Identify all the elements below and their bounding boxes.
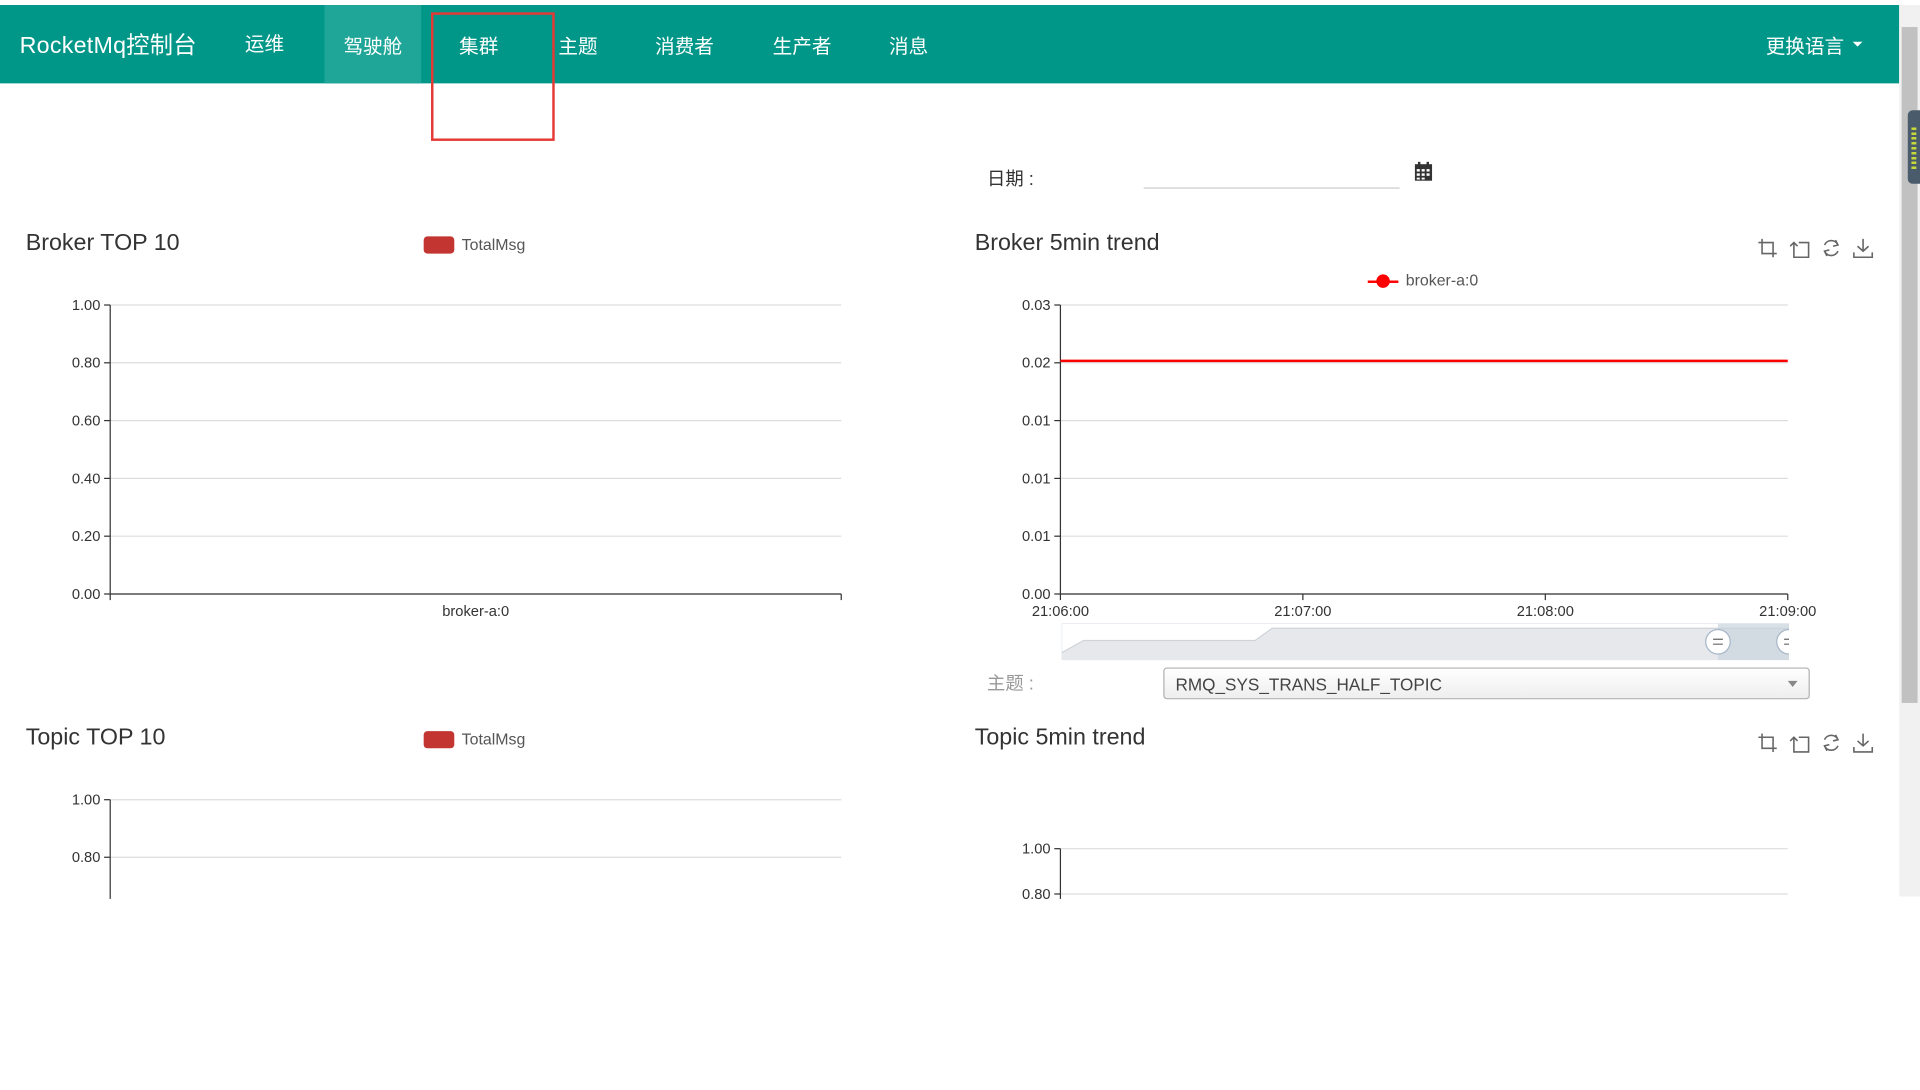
- legend-swatch: [423, 730, 455, 748]
- topic-trend-chart: 0.80 1.00: [1022, 842, 1788, 903]
- viewport: RocketMq控制台 运维 驾驶舱 集群 主题 消费者 生产者 消息 更换语言…: [0, 5, 1920, 1090]
- chevron-down-icon: [1787, 680, 1798, 688]
- nav-item-consumer[interactable]: 消费者: [638, 5, 731, 83]
- y-tick-label: 1.00: [1022, 842, 1051, 858]
- nav-item-dashboard[interactable]: 驾驶舱: [324, 5, 422, 84]
- y-tick-label: 0.60: [72, 413, 101, 429]
- calendar-icon[interactable]: [1414, 161, 1433, 182]
- date-input[interactable]: [1143, 156, 1400, 189]
- data-zoom-slider[interactable]: [1061, 623, 1789, 661]
- y-tick-label: 0.01: [1022, 529, 1051, 545]
- date-label: 日期 :: [986, 169, 1034, 190]
- topic-trend-title: Topic 5min trend: [974, 725, 1146, 751]
- broker-top10-title: Broker TOP 10: [25, 230, 180, 257]
- y-tick-label: 0.03: [1022, 298, 1051, 314]
- broker-top10-legend[interactable]: TotalMsg: [423, 235, 526, 254]
- y-tick-label: 0.02: [1022, 356, 1051, 372]
- highlight-box: [431, 12, 555, 141]
- restore-icon[interactable]: [1821, 732, 1842, 753]
- nav-item-message[interactable]: 消息: [872, 5, 945, 83]
- broker-trend-chart: 0.00 0.01 0.01 0.01 0.02 0.03 21:06:00 21:07:00…: [1022, 298, 1816, 620]
- language-dropdown[interactable]: 更换语言: [1766, 5, 1863, 83]
- y-tick-label: 0.00: [1022, 587, 1051, 603]
- y-tick-label: 0.40: [72, 471, 101, 487]
- x-tick-label: 21:08:00: [1517, 604, 1574, 620]
- side-widget-handle[interactable]: [1907, 110, 1920, 184]
- restore-icon[interactable]: [1821, 238, 1842, 259]
- save-image-icon[interactable]: [1853, 732, 1874, 753]
- zoom-icon[interactable]: [1757, 732, 1778, 753]
- broker-trend-toolbox: [1757, 238, 1874, 259]
- x-tick-label: broker-a:0: [442, 604, 509, 620]
- topic-top10-legend[interactable]: TotalMsg: [423, 729, 526, 749]
- zoom-reset-icon[interactable]: [1789, 238, 1810, 259]
- y-tick-label: 0.20: [72, 529, 101, 545]
- topic-trend-toolbox: [1757, 732, 1874, 753]
- x-tick-label: 21:09:00: [1759, 604, 1816, 620]
- y-tick-label: 0.80: [1022, 887, 1051, 903]
- caret-down-icon: [1852, 41, 1863, 47]
- zoom-icon[interactable]: [1757, 238, 1778, 259]
- broker-top10-chart: 0.00 0.20 0.40 0.60 0.80 1.00 broker-a:0: [72, 298, 842, 620]
- nav-item-ops[interactable]: 运维: [228, 3, 301, 81]
- y-tick-label: 0.00: [72, 587, 101, 603]
- topic-top10-title: Topic TOP 10: [25, 725, 166, 751]
- x-tick-label: 21:06:00: [1032, 604, 1089, 620]
- y-tick-label: 0.01: [1022, 413, 1051, 429]
- app-brand[interactable]: RocketMq控制台: [20, 27, 197, 60]
- legend-label: TotalMsg: [461, 729, 526, 749]
- topic-select[interactable]: RMQ_SYS_TRANS_HALF_TOPIC: [1163, 667, 1810, 700]
- y-tick-label: 0.80: [72, 850, 101, 866]
- zoom-handle-left[interactable]: [1705, 628, 1731, 655]
- topic-top10-chart: 0.80 1.00: [72, 793, 842, 899]
- y-tick-label: 1.00: [72, 793, 101, 809]
- y-tick-label: 0.80: [72, 356, 101, 372]
- topic-label: 主题 :: [986, 673, 1034, 695]
- legend-swatch: [423, 235, 455, 253]
- zoom-reset-icon[interactable]: [1789, 732, 1810, 753]
- y-tick-label: 1.00: [72, 298, 101, 314]
- y-tick-label: 0.01: [1022, 471, 1051, 487]
- x-tick-label: 21:07:00: [1274, 604, 1331, 620]
- broker-trend-title: Broker 5min trend: [974, 230, 1160, 257]
- top-navbar: RocketMq控制台 运维 驾驶舱 集群 主题 消费者 生产者 消息 更换语言: [0, 3, 1900, 84]
- legend-label: TotalMsg: [461, 235, 526, 254]
- save-image-icon[interactable]: [1853, 238, 1874, 259]
- nav-item-producer[interactable]: 生产者: [756, 5, 849, 83]
- topic-select-value: RMQ_SYS_TRANS_HALF_TOPIC: [1175, 674, 1442, 695]
- language-label: 更换语言: [1765, 36, 1845, 58]
